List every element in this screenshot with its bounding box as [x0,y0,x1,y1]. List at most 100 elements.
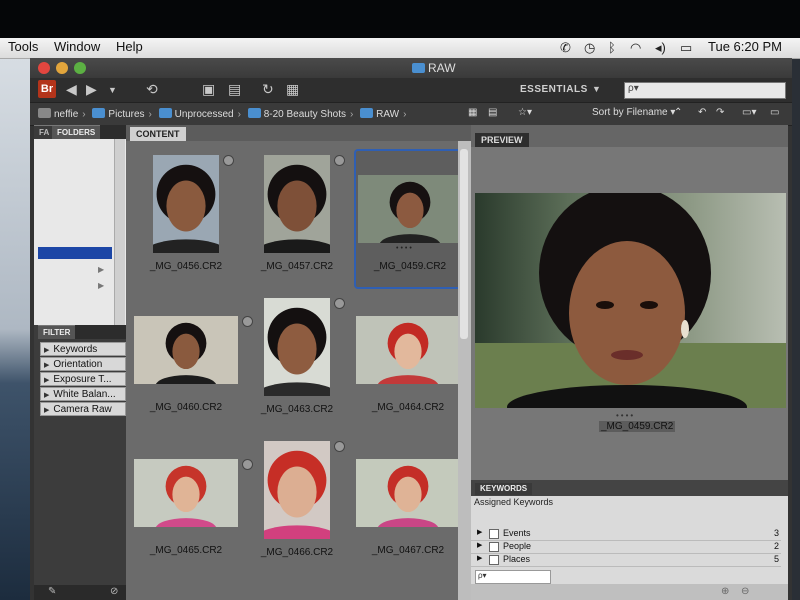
filter-orientation[interactable]: ▶ Orientation [40,357,126,371]
menu-help[interactable]: Help [116,39,143,54]
sort-ascending-icon[interactable]: ⌃ [674,107,682,118]
filter-keywords[interactable]: ▶ Keywords [40,342,126,356]
open-in-camera-raw-icon[interactable]: ▦ [286,81,299,98]
volume-icon[interactable]: ◂) [655,40,666,56]
camera-icon[interactable]: ▣ [202,81,215,98]
forward-arrow-icon[interactable]: ▶ [86,81,97,98]
thumbnail-cell[interactable]: _MG_0460.CR2 [132,292,253,432]
thumbnail-image[interactable] [134,459,238,527]
wifi-icon[interactable]: ◠ [630,40,641,56]
expand-arrow-icon[interactable]: ▶ [477,541,482,549]
sort-dropdown[interactable]: Sort by Filename ▾ [592,107,675,118]
keyword-search-input[interactable]: ρ▾ [475,570,551,584]
selected-folder[interactable] [38,247,112,259]
menu-tools[interactable]: Tools [8,39,38,54]
expand-arrow-icon[interactable]: ▶ [98,281,104,290]
open-folder-icon[interactable]: ▭▾ [742,107,756,118]
view-grid-icon[interactable]: ▦ [468,107,477,118]
refine-icon[interactable]: ▤ [228,81,241,98]
expand-arrow-icon[interactable]: ▶ [477,554,482,562]
breadcrumb-raw[interactable]: RAW [376,109,399,120]
thumbnail-photo [358,175,462,243]
star-filter-icon[interactable]: ☆▾ [518,107,532,118]
view-list-icon[interactable]: ▤ [488,107,497,118]
undo-icon[interactable]: ↶ [698,107,706,118]
clock-icon[interactable]: ◷ [584,40,595,56]
thumbnail-cell[interactable]: _MG_0465.CR2 [132,435,253,575]
breadcrumb-beauty-shots[interactable]: 8-20 Beauty Shots [264,109,346,120]
battery-icon[interactable]: ▭ [680,40,692,56]
keyword-row-people[interactable]: ▶ People 2 [471,541,781,554]
menu-window[interactable]: Window [54,39,100,54]
folder-icon [412,63,425,73]
tab-keywords[interactable]: KEYWORDS [475,483,533,495]
thumbnail-photo [134,316,238,384]
thumbnail-image[interactable] [264,298,330,396]
thumbnail-image[interactable] [153,155,219,253]
tab-folders[interactable]: FOLDERS [52,125,101,140]
filter-white-balance[interactable]: ▶ White Balan... [40,387,126,401]
thumbnail-cell[interactable]: _MG_0464.CR2 [354,292,475,432]
reveal-recent-icon[interactable]: ⟲ [146,81,158,98]
new-folder-icon[interactable]: ▭ [770,107,779,118]
history-dropdown-icon[interactable]: ▼ [108,85,117,95]
phone-icon[interactable]: ✆ [560,40,571,56]
folders-tree[interactable]: ▶ ▶ [34,139,126,325]
content-scrollbar[interactable] [458,141,471,600]
thumbnail-cell[interactable]: _MG_0457.CR2 [243,149,351,289]
breadcrumb-unprocessed[interactable]: Unprocessed [175,109,234,120]
thumbnail-image[interactable] [358,175,462,243]
keyword-row-places[interactable]: ▶ Places 5 [471,554,781,567]
thumbnail-filename: _MG_0463.CR2 [260,404,334,415]
search-input[interactable]: ρ▾ [624,82,786,99]
thumbnail-image[interactable] [356,316,460,384]
new-keyword-icon[interactable]: ⊕ [721,586,729,597]
thumbnail-image[interactable] [356,459,460,527]
filter-camera-raw[interactable]: ▶ Camera Raw [40,402,126,416]
back-arrow-icon[interactable]: ◀ [66,81,77,98]
folders-scrollbar[interactable] [114,139,125,325]
tab-preview[interactable]: PREVIEW [475,133,529,147]
window-titlebar[interactable]: RAW [30,58,792,78]
thumbnail-cell[interactable]: _MG_0463.CR2 [243,292,351,432]
thumbnail-filename: _MG_0466.CR2 [260,547,334,558]
pin-icon[interactable]: ✎ [48,586,56,597]
close-button[interactable] [38,62,50,74]
keyword-row-events[interactable]: ▶ Events 3 [471,528,781,541]
redo-icon[interactable]: ↷ [716,107,724,118]
keyword-checkbox[interactable] [489,542,499,552]
bluetooth-icon[interactable]: ᛒ [608,40,616,55]
thumbnail-badge-icon[interactable] [334,441,345,452]
zoom-button[interactable] [74,62,86,74]
breadcrumb-pictures[interactable]: Pictures [108,109,144,120]
preview-image[interactable] [475,193,786,408]
rotate-icon[interactable]: ↻ [262,81,274,98]
thumbnail-badge-icon[interactable] [223,155,234,166]
keyword-checkbox[interactable] [489,555,499,565]
folders-tabstrip: FA FOLDERS [34,125,126,140]
no-filter-icon[interactable]: ⊘ [110,586,118,597]
expand-arrow-icon[interactable]: ▶ [98,265,104,274]
thumbnail-cell[interactable]: _MG_0456.CR2 [132,149,240,289]
thumbnail-photo [356,459,460,527]
filter-exposure[interactable]: ▶ Exposure T... [40,372,126,386]
minimize-button[interactable] [56,62,68,74]
keyword-checkbox[interactable] [489,529,499,539]
thumbnail-image[interactable] [264,155,330,253]
thumbnail-cell[interactable]: •••• _MG_0459.CR2 [354,149,477,289]
workspace-dropdown-icon[interactable]: ▼ [592,84,601,94]
expand-arrow-icon[interactable]: ▶ [477,528,482,536]
thumbnail-image[interactable] [264,441,330,539]
menubar-clock[interactable]: Tue 6:20 PM [708,39,782,54]
breadcrumb-neffie[interactable]: neffie [54,109,78,120]
thumbnail-cell[interactable]: _MG_0466.CR2 [243,435,351,575]
scrollbar-thumb[interactable] [460,149,468,339]
thumbnail-image[interactable] [134,316,238,384]
thumbnail-cell[interactable]: _MG_0467.CR2 [354,435,475,575]
tab-content[interactable]: CONTENT [130,127,186,141]
tab-filter[interactable]: FILTER [38,325,76,340]
thumbnail-badge-icon[interactable] [334,298,345,309]
delete-keyword-icon[interactable]: ⊖ [741,586,749,597]
thumbnail-badge-icon[interactable] [334,155,345,166]
workspace-essentials[interactable]: ESSENTIALS [520,84,588,95]
